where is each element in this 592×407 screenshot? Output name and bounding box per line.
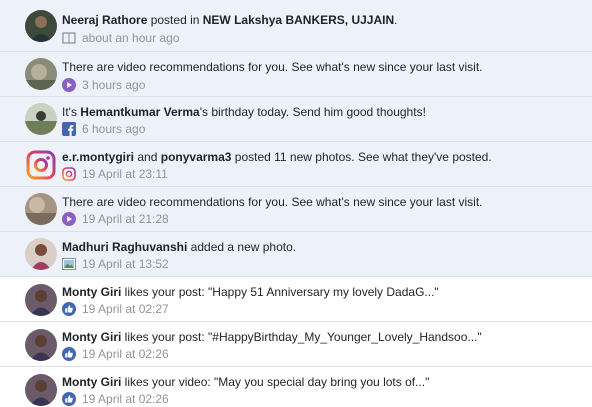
notification-meta: 19 April at 23:11 bbox=[62, 166, 168, 182]
timestamp[interactable]: 19 April at 13:52 bbox=[82, 257, 169, 271]
avatar bbox=[25, 329, 57, 361]
instagram-logo bbox=[25, 149, 57, 181]
timestamp[interactable]: 6 hours ago bbox=[82, 122, 145, 136]
notification-text: Madhuri Raghuvanshi added a new photo. bbox=[62, 239, 584, 255]
notification-message: It's bbox=[62, 105, 81, 119]
notification-text: There are video recommendations for you.… bbox=[62, 59, 584, 75]
video-thumbnail bbox=[25, 193, 57, 225]
notification-text: Monty Giri likes your post: "Happy 51 An… bbox=[62, 284, 584, 300]
notification-text: Monty Giri likes your video: "May you sp… bbox=[62, 374, 584, 390]
target-name[interactable]: Hemantkumar Verma bbox=[80, 105, 199, 119]
like-icon bbox=[62, 302, 76, 316]
play-icon bbox=[62, 212, 76, 226]
timestamp[interactable]: 19 April at 23:11 bbox=[82, 167, 168, 181]
avatar bbox=[25, 10, 57, 42]
notification-text: It's Hemantkumar Verma's birthday today.… bbox=[62, 104, 584, 120]
timestamp[interactable]: 3 hours ago bbox=[82, 78, 145, 92]
actor-name[interactable]: Madhuri Raghuvanshi bbox=[62, 240, 187, 254]
notification-meta: 19 April at 02:26 bbox=[62, 391, 169, 407]
timestamp[interactable]: 19 April at 02:27 bbox=[82, 302, 169, 316]
notification-message: likes your post: "Happy 51 Anniversary m… bbox=[121, 285, 439, 299]
notification-text: There are video recommendations for you.… bbox=[62, 194, 584, 210]
notification-message: There are video recommendations for you.… bbox=[62, 195, 483, 209]
book-icon bbox=[62, 31, 76, 45]
notification-meta: 6 hours ago bbox=[62, 121, 145, 137]
avatar bbox=[25, 238, 57, 270]
avatar bbox=[25, 284, 57, 316]
video-thumbnail bbox=[25, 58, 57, 90]
notification-message: likes your video: "May you special day b… bbox=[121, 375, 430, 389]
avatar bbox=[25, 103, 57, 135]
notification-item[interactable]: Monty Giri likes your video: "May you sp… bbox=[0, 367, 592, 406]
notification-meta: about an hour ago bbox=[62, 30, 179, 46]
notification-item[interactable]: Madhuri Raghuvanshi added a new photo. 1… bbox=[0, 232, 592, 277]
facebook-icon bbox=[62, 122, 76, 136]
notification-message-end: . bbox=[394, 13, 398, 27]
notification-text: e.r.montygiri and ponyvarma3 posted 11 n… bbox=[62, 149, 584, 165]
notification-message: likes your post: "#HappyBirthday_My_Youn… bbox=[121, 330, 482, 344]
notification-item[interactable]: Monty Giri likes your post: "Happy 51 An… bbox=[0, 277, 592, 322]
play-icon bbox=[62, 78, 76, 92]
instagram-icon bbox=[62, 167, 76, 181]
notification-list: Neeraj Rathore posted in NEW Lakshya BAN… bbox=[0, 0, 592, 406]
timestamp[interactable]: about an hour ago bbox=[82, 31, 179, 45]
notification-meta: 19 April at 02:26 bbox=[62, 346, 169, 362]
notification-item[interactable]: e.r.montygiri and ponyvarma3 posted 11 n… bbox=[0, 142, 592, 187]
timestamp[interactable]: 19 April at 02:26 bbox=[82, 392, 169, 406]
timestamp[interactable]: 19 April at 21:28 bbox=[82, 212, 169, 226]
notification-message: There are video recommendations for you.… bbox=[62, 60, 483, 74]
actor-name[interactable]: Monty Giri bbox=[62, 285, 121, 299]
notification-meta: 19 April at 02:27 bbox=[62, 301, 169, 317]
notification-item[interactable]: Neeraj Rathore posted in NEW Lakshya BAN… bbox=[0, 0, 592, 52]
timestamp[interactable]: 19 April at 02:26 bbox=[82, 347, 169, 361]
actor-name[interactable]: Monty Giri bbox=[62, 330, 121, 344]
notification-message-end: posted 11 new photos. See what they've p… bbox=[231, 150, 492, 164]
notification-meta: 19 April at 13:52 bbox=[62, 256, 169, 272]
notification-message: and bbox=[134, 150, 161, 164]
notification-text: Neeraj Rathore posted in NEW Lakshya BAN… bbox=[62, 12, 584, 28]
target-name[interactable]: NEW Lakshya BANKERS, UJJAIN bbox=[203, 13, 394, 27]
actor-name[interactable]: Monty Giri bbox=[62, 375, 121, 389]
actor-name[interactable]: e.r.montygiri bbox=[62, 150, 134, 164]
actor-name[interactable]: Neeraj Rathore bbox=[62, 13, 147, 27]
notification-text: Monty Giri likes your post: "#HappyBirth… bbox=[62, 329, 584, 345]
like-icon bbox=[62, 392, 76, 406]
notification-message-end: 's birthday today. Send him good thought… bbox=[199, 105, 426, 119]
notification-message: posted in bbox=[147, 13, 203, 27]
notification-item[interactable]: There are video recommendations for you.… bbox=[0, 187, 592, 232]
avatar bbox=[25, 374, 57, 406]
notification-message: added a new photo. bbox=[187, 240, 297, 254]
photo-icon bbox=[62, 257, 76, 271]
notification-meta: 3 hours ago bbox=[62, 77, 145, 93]
like-icon bbox=[62, 347, 76, 361]
notification-item[interactable]: Monty Giri likes your post: "#HappyBirth… bbox=[0, 322, 592, 367]
notification-meta: 19 April at 21:28 bbox=[62, 211, 169, 227]
notification-item[interactable]: It's Hemantkumar Verma's birthday today.… bbox=[0, 97, 592, 142]
target-name[interactable]: ponyvarma3 bbox=[161, 150, 232, 164]
notification-item[interactable]: There are video recommendations for you.… bbox=[0, 52, 592, 97]
